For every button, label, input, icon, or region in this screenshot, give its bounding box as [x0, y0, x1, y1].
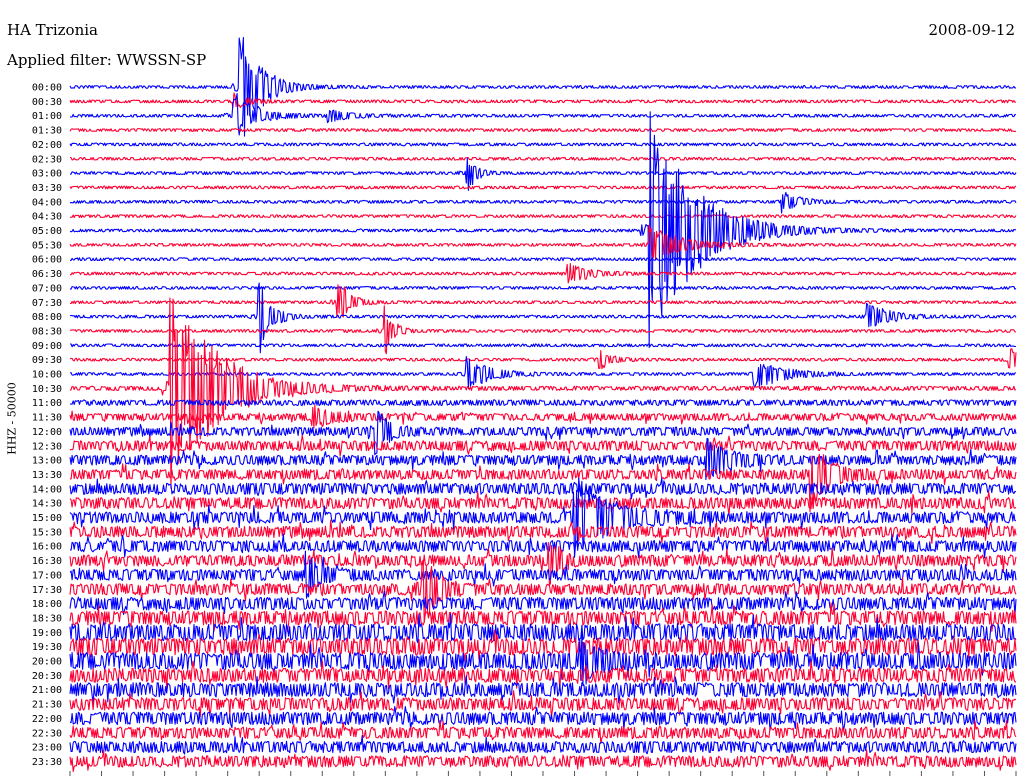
row-time-label: 08:30	[32, 326, 62, 337]
trace-line	[69, 36, 1016, 137]
row-time-label: 11:30	[32, 413, 62, 424]
trace-line	[69, 214, 1017, 219]
row-time-label: 19:00	[32, 628, 62, 639]
row-time-label: 23:00	[32, 743, 62, 754]
row-time-label: 20:30	[32, 671, 62, 682]
trace-line	[69, 404, 1017, 429]
row-time-label: 07:30	[32, 298, 62, 309]
station-title: HA Trizonia	[7, 21, 98, 39]
trace-line	[69, 434, 1017, 457]
row-time-label: 03:30	[32, 183, 62, 194]
row-time-label: 21:30	[32, 700, 62, 711]
trace-line	[69, 128, 1017, 132]
row-time-label: 20:00	[32, 657, 62, 668]
row-time-label: 13:30	[32, 470, 62, 481]
row-time-label: 23:30	[32, 757, 62, 768]
row-time-label: 05:00	[32, 226, 62, 237]
row-time-label: 04:30	[32, 212, 62, 223]
row-time-label: 01:00	[32, 111, 62, 122]
row-time-label: 03:00	[32, 169, 62, 180]
row-time-label: 19:30	[32, 642, 62, 653]
row-time-label: 17:30	[32, 585, 62, 596]
row-time-label: 21:00	[32, 685, 62, 696]
row-time-label: 04:00	[32, 197, 62, 208]
trace-line	[69, 705, 1017, 732]
trace-line	[69, 92, 1017, 109]
trace-line	[69, 282, 1017, 354]
trace-line	[69, 156, 1017, 161]
row-time-label: 14:00	[32, 484, 62, 495]
row-time-label: 16:00	[32, 542, 62, 553]
row-time-label: 02:00	[32, 140, 62, 151]
row-time-label: 02:30	[32, 154, 62, 165]
row-time-label: 14:30	[32, 499, 62, 510]
row-time-label: 16:30	[32, 556, 62, 567]
trace-line	[69, 142, 1017, 147]
row-time-label: 09:30	[32, 355, 62, 366]
trace-line	[69, 477, 1017, 500]
trace-line	[70, 285, 1017, 290]
row-time-label: 13:00	[32, 456, 62, 467]
row-time-label: 10:00	[32, 370, 62, 381]
date-label: 2008-09-12	[928, 21, 1015, 39]
row-time-label: 18:30	[32, 613, 62, 624]
trace-line	[69, 533, 1017, 559]
trace-line	[69, 297, 1017, 489]
row-time-label: 12:00	[32, 427, 62, 438]
row-time-label: 01:30	[32, 126, 62, 137]
trace-line	[69, 157, 1017, 192]
trace-line	[69, 257, 1017, 262]
row-time-label: 09:00	[32, 341, 62, 352]
row-time-label: 06:30	[32, 269, 62, 280]
row-time-label: 22:30	[32, 728, 62, 739]
trace-line	[69, 185, 1017, 190]
seismogram-plot: 00:00 00:30 01:00 01:30 02:00 02:30 03:00 03:30…	[32, 36, 1017, 776]
row-time-label: 15:30	[32, 527, 62, 538]
trace-line	[69, 491, 1017, 516]
row-time-label: 11:00	[32, 398, 62, 409]
row-time-label: 17:00	[32, 570, 62, 581]
trace-line	[69, 519, 1017, 545]
row-time-label: 22:00	[32, 714, 62, 725]
y-axis-label: HHZ - 50000	[5, 382, 19, 455]
row-time-label: 07:00	[32, 283, 62, 294]
trace-line	[69, 749, 1017, 773]
row-time-label: 15:00	[32, 513, 62, 524]
row-time-label: 18:00	[32, 599, 62, 610]
row-time-label: 12:30	[32, 441, 62, 452]
trace-line	[69, 734, 1017, 755]
trace-line	[69, 399, 1017, 407]
filter-label: Applied filter: WWSSN-SP	[7, 51, 207, 69]
trace-line	[69, 262, 1017, 284]
row-time-label: 00:00	[32, 83, 62, 94]
row-time-label: 00:30	[32, 97, 62, 108]
row-time-label: 05:30	[32, 240, 62, 251]
trace-line	[69, 191, 1017, 214]
row-time-label: 06:00	[32, 255, 62, 266]
row-time-label: 08:00	[32, 312, 62, 323]
row-time-label: 10:30	[32, 384, 62, 395]
